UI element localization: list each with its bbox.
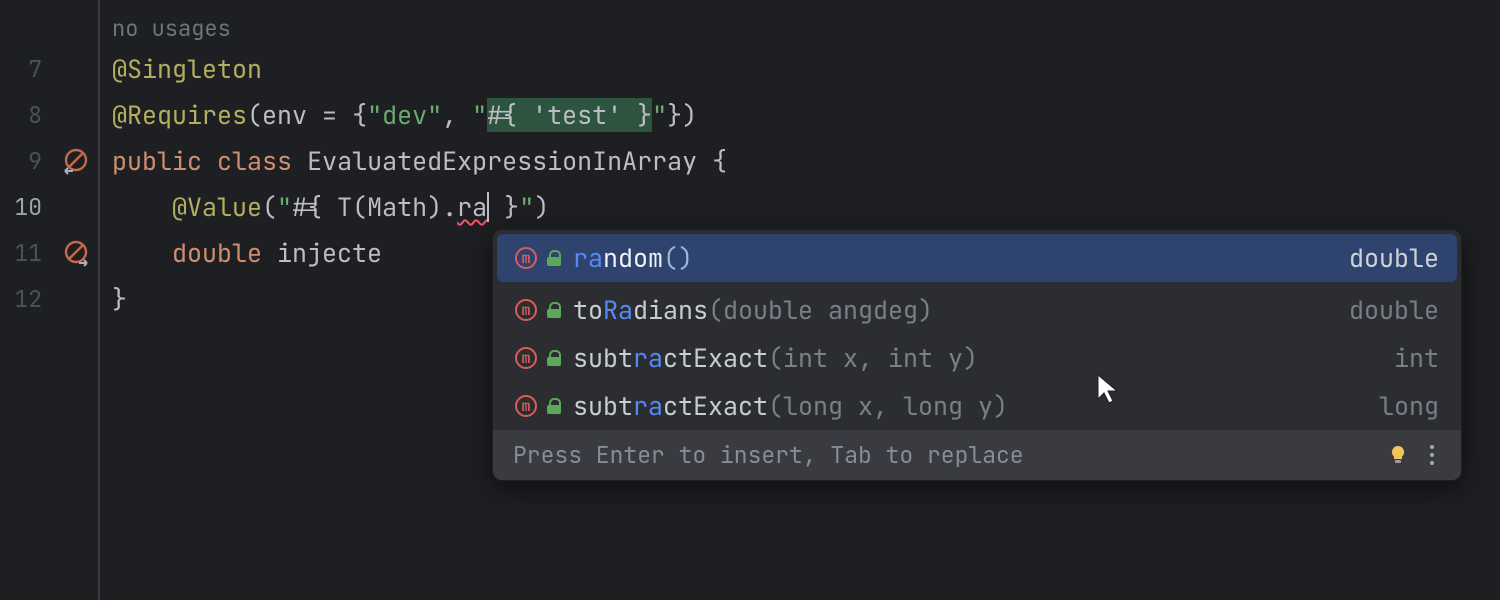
line-number: 12: [14, 284, 42, 314]
completion-popup[interactable]: m random() double m toRadians(double ang…: [492, 229, 1462, 481]
annotation: @Value: [172, 190, 262, 224]
gutter-row: 7: [0, 46, 98, 92]
method-icon: m: [515, 299, 537, 321]
completion-hint: Press Enter to insert, Tab to replace: [513, 440, 1024, 470]
gutter: 7 8 9 10 11 12: [0, 0, 100, 600]
completion-item[interactable]: m subtractExact(int x, int y) int: [493, 334, 1461, 382]
lock-icon: [547, 250, 561, 266]
line-number: 9: [28, 146, 42, 176]
lock-icon: [547, 302, 561, 318]
completion-type: double: [1349, 293, 1439, 327]
code-line[interactable]: @Singleton: [112, 46, 1500, 92]
lock-icon: [547, 398, 561, 414]
completion-footer: Press Enter to insert, Tab to replace: [493, 430, 1461, 480]
class-name: EvaluatedExpressionInArray: [307, 144, 697, 178]
lock-icon: [547, 350, 561, 366]
completion-item[interactable]: m random() double: [497, 234, 1457, 282]
code-area[interactable]: no usages @Singleton @Requires(env = {"d…: [100, 0, 1500, 600]
gutter-row: 9: [0, 138, 98, 184]
usages-hint[interactable]: no usages: [112, 10, 1500, 46]
interpolation-highlight: #{ 'test' }: [487, 98, 652, 132]
gutter-row: 8: [0, 92, 98, 138]
code-editor[interactable]: 7 8 9 10 11 12 no usages @Singleton @Req…: [0, 0, 1500, 600]
no-entry-left-icon[interactable]: [62, 147, 90, 175]
gutter-row: 11: [0, 230, 98, 276]
method-icon: m: [515, 347, 537, 369]
method-icon: m: [515, 247, 537, 269]
gutter-row: 10: [0, 184, 98, 230]
completion-item[interactable]: m toRadians(double angdeg) double: [493, 286, 1461, 334]
more-icon[interactable]: [1423, 445, 1441, 465]
completion-item[interactable]: m subtractExact(long x, long y) long: [493, 382, 1461, 430]
line-number: 10: [14, 192, 42, 222]
method-icon: m: [515, 395, 537, 417]
no-entry-right-icon[interactable]: [62, 239, 90, 267]
code-line-active[interactable]: @Value("#{ T(Math).ra }"): [112, 184, 1500, 230]
completion-type: long: [1379, 389, 1439, 423]
gutter-row: [0, 10, 98, 46]
code-line[interactable]: @Requires(env = {"dev", "#{ 'test' }"}): [112, 92, 1500, 138]
annotation: @Singleton: [112, 52, 262, 86]
line-number: 11: [14, 238, 42, 268]
gutter-row: 12: [0, 276, 98, 322]
typed-text: ra: [457, 190, 487, 224]
completion-type: int: [1394, 341, 1439, 375]
line-number: 8: [28, 100, 42, 130]
lightbulb-icon[interactable]: [1387, 444, 1409, 466]
annotation: @Requires: [112, 98, 247, 132]
code-line[interactable]: public class EvaluatedExpressionInArray …: [112, 138, 1500, 184]
line-number: 7: [28, 54, 42, 84]
completion-type: double: [1349, 241, 1439, 275]
